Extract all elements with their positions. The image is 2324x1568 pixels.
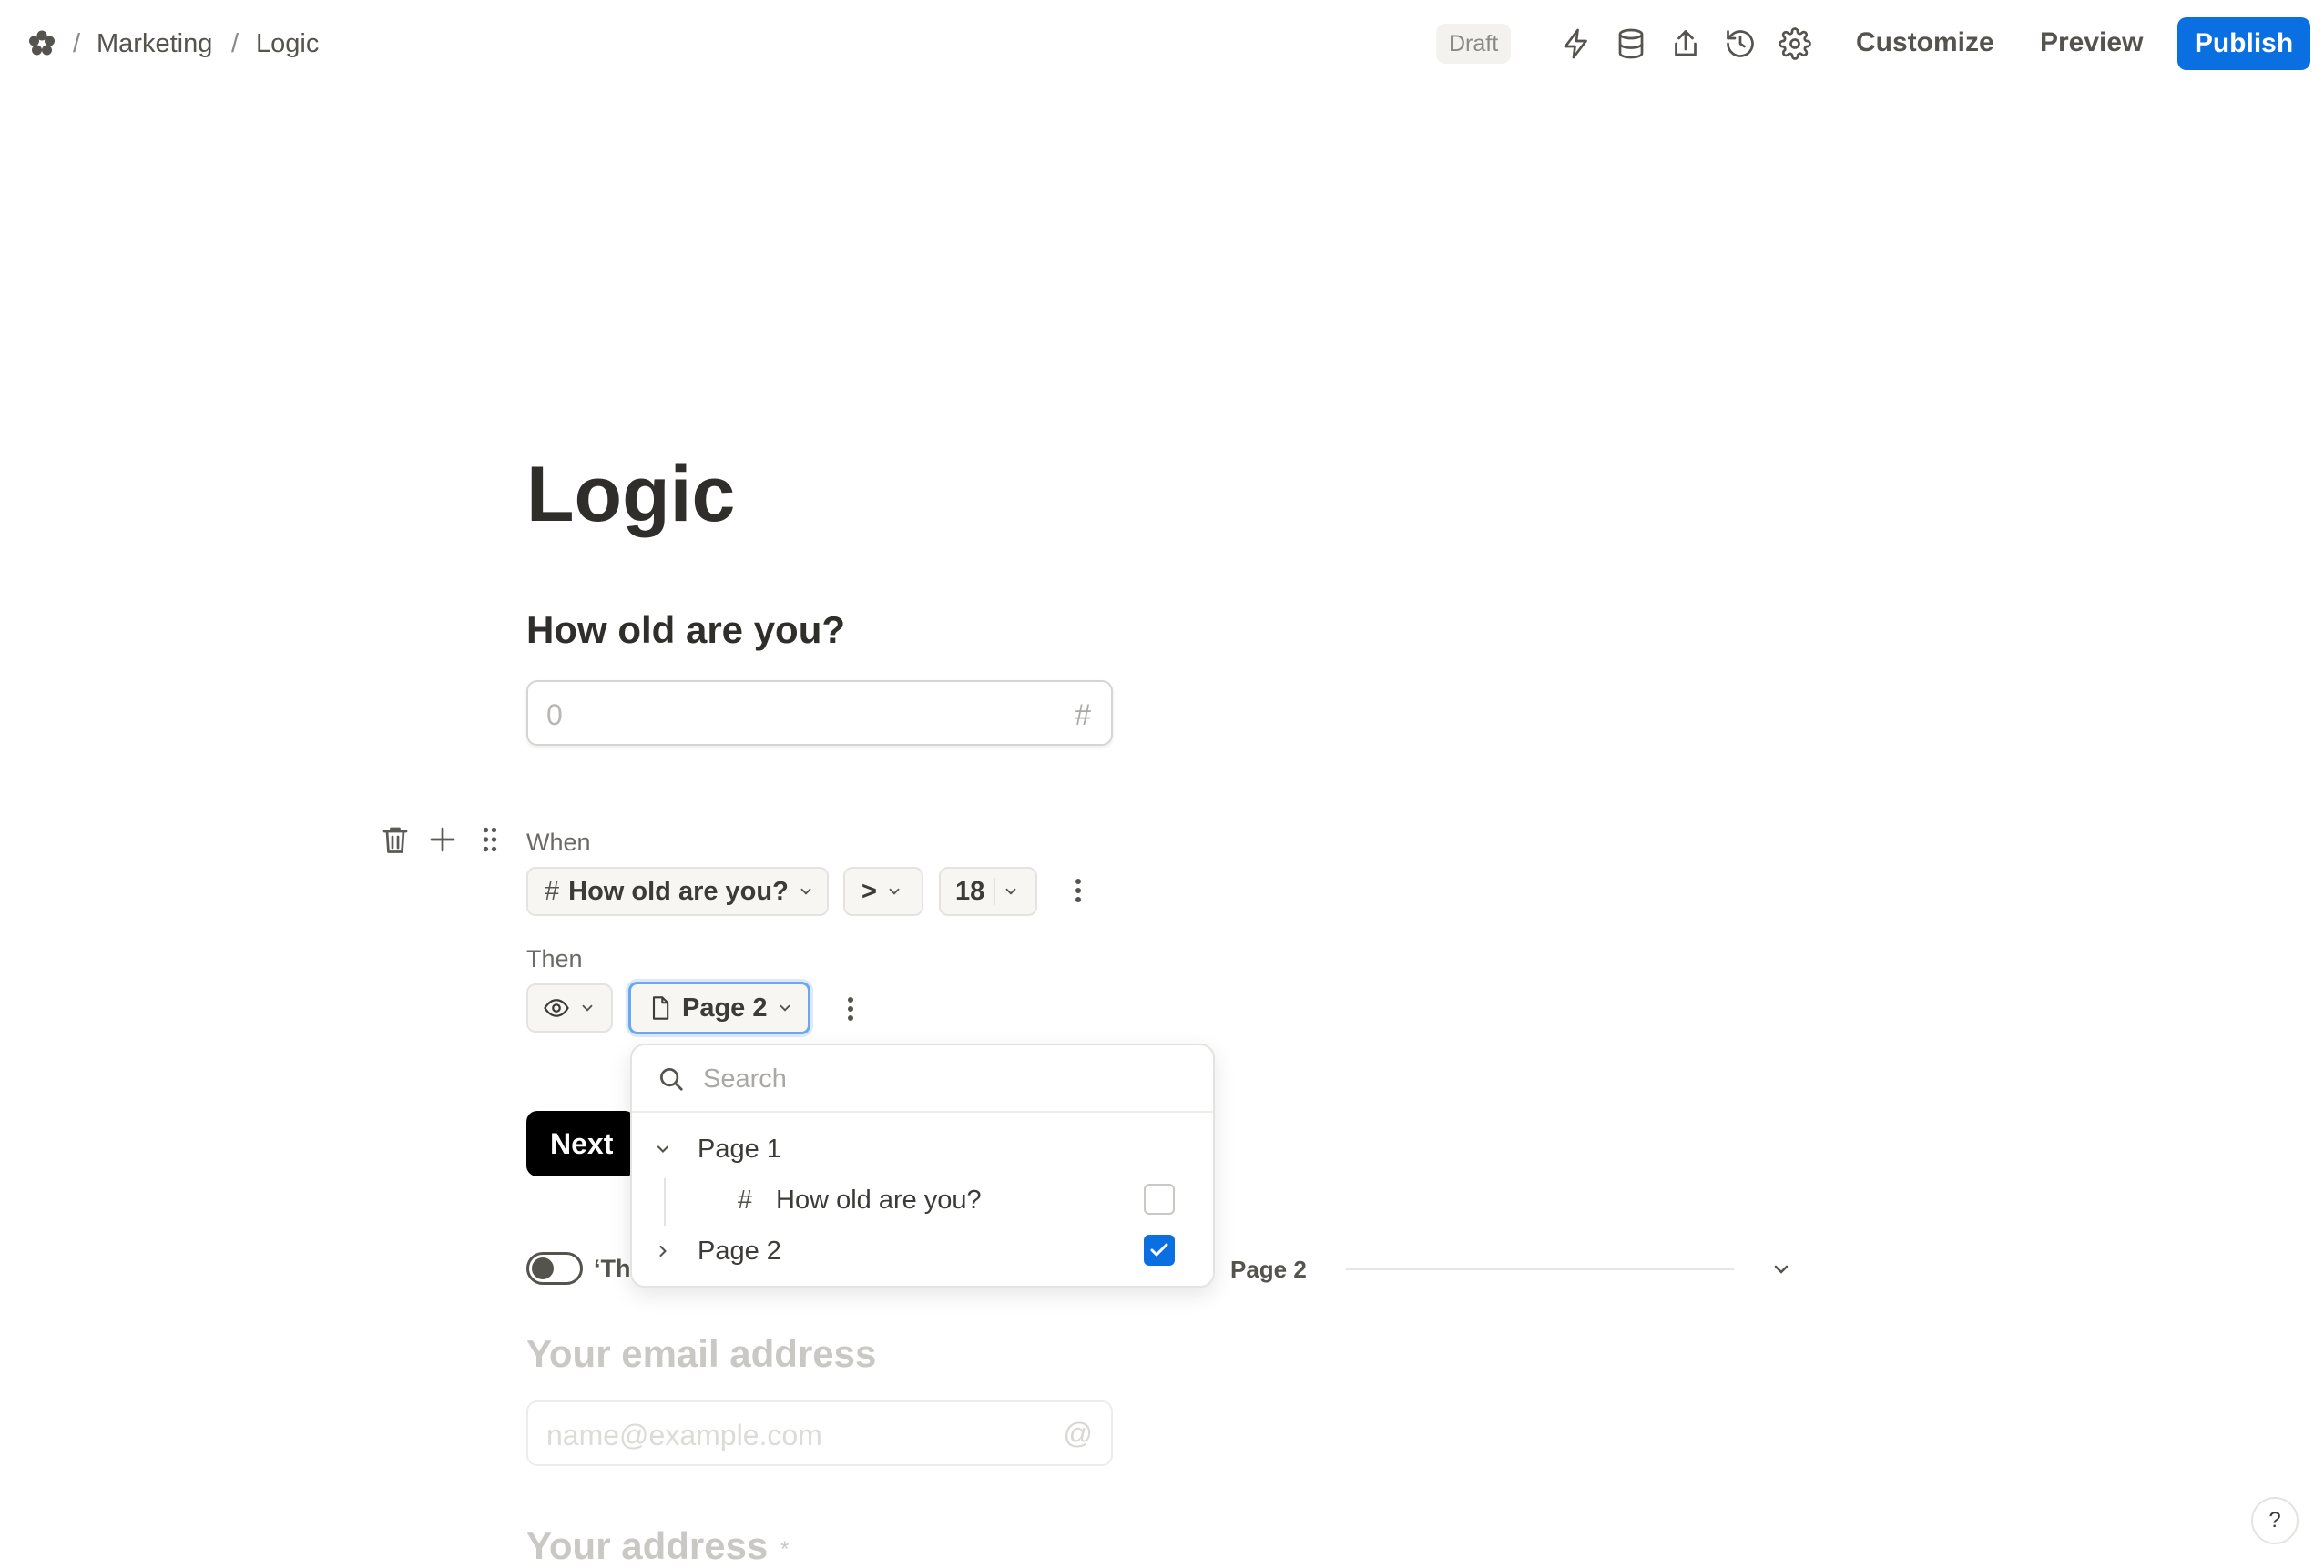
- lightning-icon[interactable]: [1560, 27, 1593, 60]
- page-2-checkbox[interactable]: [1144, 1235, 1175, 1266]
- database-icon[interactable]: [1615, 27, 1647, 60]
- action-select[interactable]: [526, 983, 613, 1033]
- breadcrumb-logic[interactable]: Logic: [256, 29, 319, 59]
- breadcrumb-marketing[interactable]: Marketing: [97, 29, 212, 59]
- action-more-icon[interactable]: [845, 993, 856, 1025]
- operator-label: >: [861, 876, 877, 906]
- target-page-select[interactable]: Page 2: [628, 982, 810, 1034]
- drag-handle-icon[interactable]: [474, 823, 506, 856]
- hash-icon: #: [545, 876, 560, 906]
- address-question-title[interactable]: Your address: [526, 1524, 768, 1568]
- share-icon[interactable]: [1669, 27, 1702, 60]
- question-checkbox[interactable]: [1144, 1184, 1175, 1215]
- chevron-down-icon: [780, 1004, 790, 1012]
- operator-select[interactable]: >: [843, 867, 923, 916]
- status-badge: Draft: [1436, 24, 1512, 64]
- dropdown-item-page-1[interactable]: Page 1: [632, 1124, 1213, 1175]
- breadcrumb-separator: /: [73, 29, 81, 58]
- dropdown-search: [632, 1045, 1213, 1113]
- value-select[interactable]: 18: [939, 867, 1037, 916]
- condition-more-icon[interactable]: [1073, 874, 1084, 907]
- page-title[interactable]: Logic: [526, 450, 735, 540]
- publish-button[interactable]: Publish: [2177, 17, 2310, 70]
- trash-icon[interactable]: [379, 823, 412, 856]
- at-icon: @: [1063, 1417, 1093, 1450]
- chevron-down-icon: [582, 1004, 593, 1012]
- dropdown-item-label: Page 2: [698, 1237, 781, 1266]
- page-break-label: Page 2: [1230, 1256, 1307, 1283]
- target-page-label: Page 2: [682, 993, 768, 1023]
- value-label: 18: [955, 876, 985, 906]
- when-label: When: [526, 829, 591, 856]
- chevron-down-icon: [1005, 888, 1016, 895]
- page-break-toggle[interactable]: [526, 1252, 583, 1285]
- dropdown-item-question[interactable]: # How old are you?: [632, 1175, 1213, 1226]
- dropdown-item-label: Page 1: [698, 1135, 781, 1164]
- settings-icon[interactable]: [1779, 27, 1811, 60]
- chevron-down-icon: [889, 888, 900, 895]
- chevron-down-icon: [800, 888, 811, 895]
- toggle-knob: [532, 1257, 554, 1279]
- email-input-placeholder: name@example.com: [546, 1419, 822, 1451]
- toggle-label: ‘Th: [594, 1255, 631, 1282]
- page-select-dropdown: Page 1 # How old are you? Page 2: [630, 1044, 1215, 1288]
- top-bar: / Marketing / Logic Draft Customize Prev…: [0, 0, 2324, 91]
- chevron-down-icon[interactable]: [1770, 1258, 1792, 1280]
- chevron-right-icon[interactable]: [654, 1242, 672, 1260]
- history-icon[interactable]: [1724, 27, 1757, 60]
- condition-field-label: How old are you?: [568, 876, 789, 906]
- page-icon: [652, 996, 669, 1020]
- email-question-title[interactable]: Your email address: [526, 1332, 876, 1376]
- condition-field-select[interactable]: # How old are you?: [526, 867, 829, 916]
- question-title[interactable]: How old are you?: [526, 608, 845, 652]
- then-label: Then: [526, 945, 583, 972]
- plus-icon[interactable]: [426, 823, 459, 856]
- customize-button[interactable]: Customize: [1856, 27, 1994, 58]
- number-input[interactable]: 0 #: [526, 680, 1113, 746]
- preview-button[interactable]: Preview: [2040, 27, 2143, 58]
- check-icon: [1150, 1243, 1168, 1257]
- required-marker: *: [780, 1537, 790, 1562]
- search-input[interactable]: [701, 1060, 1178, 1098]
- chevron-down-icon[interactable]: [654, 1140, 672, 1158]
- logo-icon[interactable]: [25, 27, 58, 60]
- help-button[interactable]: ?: [2251, 1497, 2299, 1544]
- number-input-placeholder: 0: [546, 698, 563, 731]
- search-icon: [660, 1068, 683, 1091]
- next-button[interactable]: Next: [526, 1111, 636, 1176]
- breadcrumb-separator: /: [231, 29, 240, 58]
- value-divider: [994, 878, 996, 905]
- hash-icon: #: [738, 1186, 753, 1215]
- eye-icon: [544, 999, 569, 1017]
- page-break-divider: [1346, 1268, 1734, 1270]
- hash-icon: #: [1075, 698, 1091, 731]
- dropdown-item-label: How old are you?: [776, 1186, 982, 1215]
- email-input[interactable]: name@example.com @: [526, 1400, 1113, 1466]
- dropdown-item-page-2[interactable]: Page 2: [632, 1226, 1213, 1277]
